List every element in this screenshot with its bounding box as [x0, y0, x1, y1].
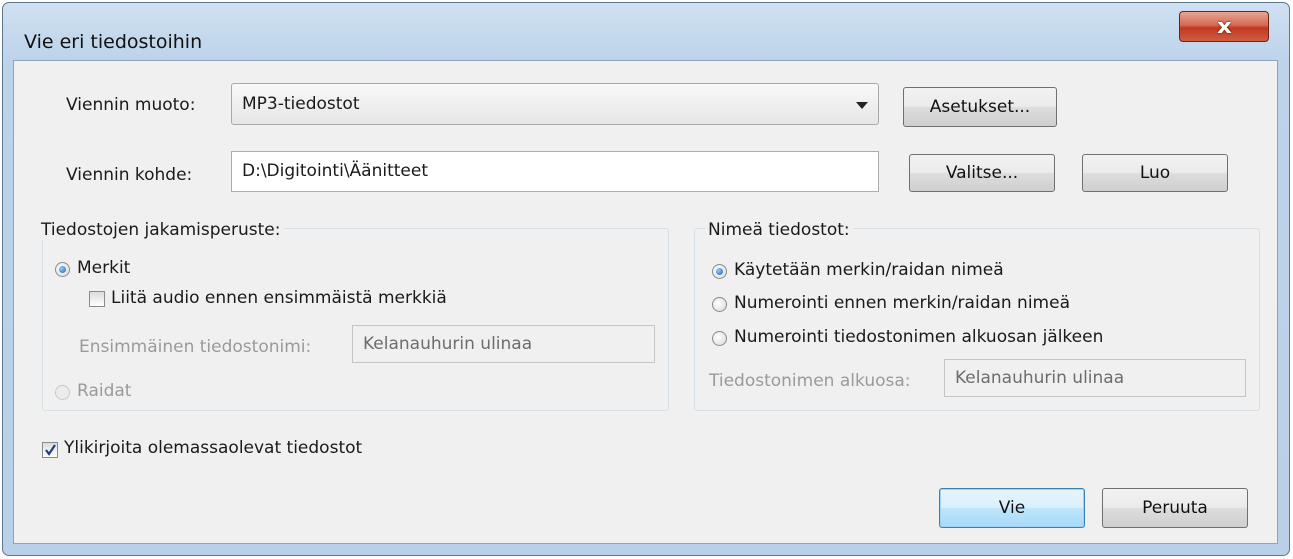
radio-markers[interactable] — [55, 262, 70, 277]
prefix-label: Tiedostonimen alkuosa: — [709, 371, 911, 391]
create-button[interactable]: Luo — [1082, 154, 1228, 192]
format-label: Viennin muoto: — [66, 95, 196, 115]
radio-number-after-label[interactable]: Numerointi tiedostonimen alkuosan jälkee… — [734, 327, 1103, 347]
cancel-button[interactable]: Peruuta — [1102, 488, 1248, 528]
choose-button[interactable]: Valitse... — [909, 154, 1055, 192]
prefix-input[interactable]: Kelanauhurin ulinaa — [944, 359, 1246, 397]
radio-tracks-label[interactable]: Raidat — [77, 381, 131, 401]
export-button[interactable]: Vie — [939, 488, 1085, 528]
naming-group-label: Nimeä tiedostot: — [705, 220, 853, 240]
split-group — [42, 228, 669, 411]
radio-use-name-label[interactable]: Käytetään merkin/raidan nimeä — [734, 260, 1004, 280]
destination-input[interactable]: D:\Digitointi\Äänitteet — [231, 151, 879, 192]
settings-button[interactable]: Asetukset... — [903, 87, 1057, 127]
chevron-down-icon — [856, 102, 868, 109]
radio-number-before-label[interactable]: Numerointi ennen merkin/raidan nimeä — [734, 293, 1070, 313]
format-dropdown[interactable]: MP3-tiedostot — [231, 83, 879, 125]
radio-markers-label[interactable]: Merkit — [77, 258, 130, 278]
destination-label: Viennin kohde: — [66, 165, 193, 185]
split-group-label: Tiedostojen jakamisperuste: — [38, 220, 284, 240]
checkmark-icon — [45, 444, 56, 456]
include-audio-checkbox[interactable] — [89, 291, 105, 307]
radio-tracks[interactable] — [55, 385, 70, 400]
radio-number-after[interactable] — [712, 331, 727, 346]
radio-number-before[interactable] — [712, 297, 727, 312]
format-dropdown-value: MP3-tiedostot — [242, 94, 360, 114]
first-filename-input[interactable]: Kelanauhurin ulinaa — [352, 325, 655, 363]
export-multiple-dialog: Vie eri tiedostoihin x Viennin muoto: MP… — [2, 2, 1290, 556]
include-audio-label[interactable]: Liitä audio ennen ensimmäistä merkkiä — [111, 288, 447, 308]
dialog-body: Viennin muoto: MP3-tiedostot Asetukset..… — [13, 60, 1278, 544]
overwrite-checkbox[interactable] — [42, 442, 58, 458]
overwrite-label[interactable]: Ylikirjoita olemassaolevat tiedostot — [64, 438, 362, 458]
close-button[interactable]: x — [1179, 11, 1269, 42]
radio-use-name[interactable] — [712, 264, 727, 279]
first-filename-label: Ensimmäinen tiedostonimi: — [79, 337, 312, 357]
close-icon: x — [1216, 14, 1232, 38]
dialog-title: Vie eri tiedostoihin — [24, 31, 203, 53]
